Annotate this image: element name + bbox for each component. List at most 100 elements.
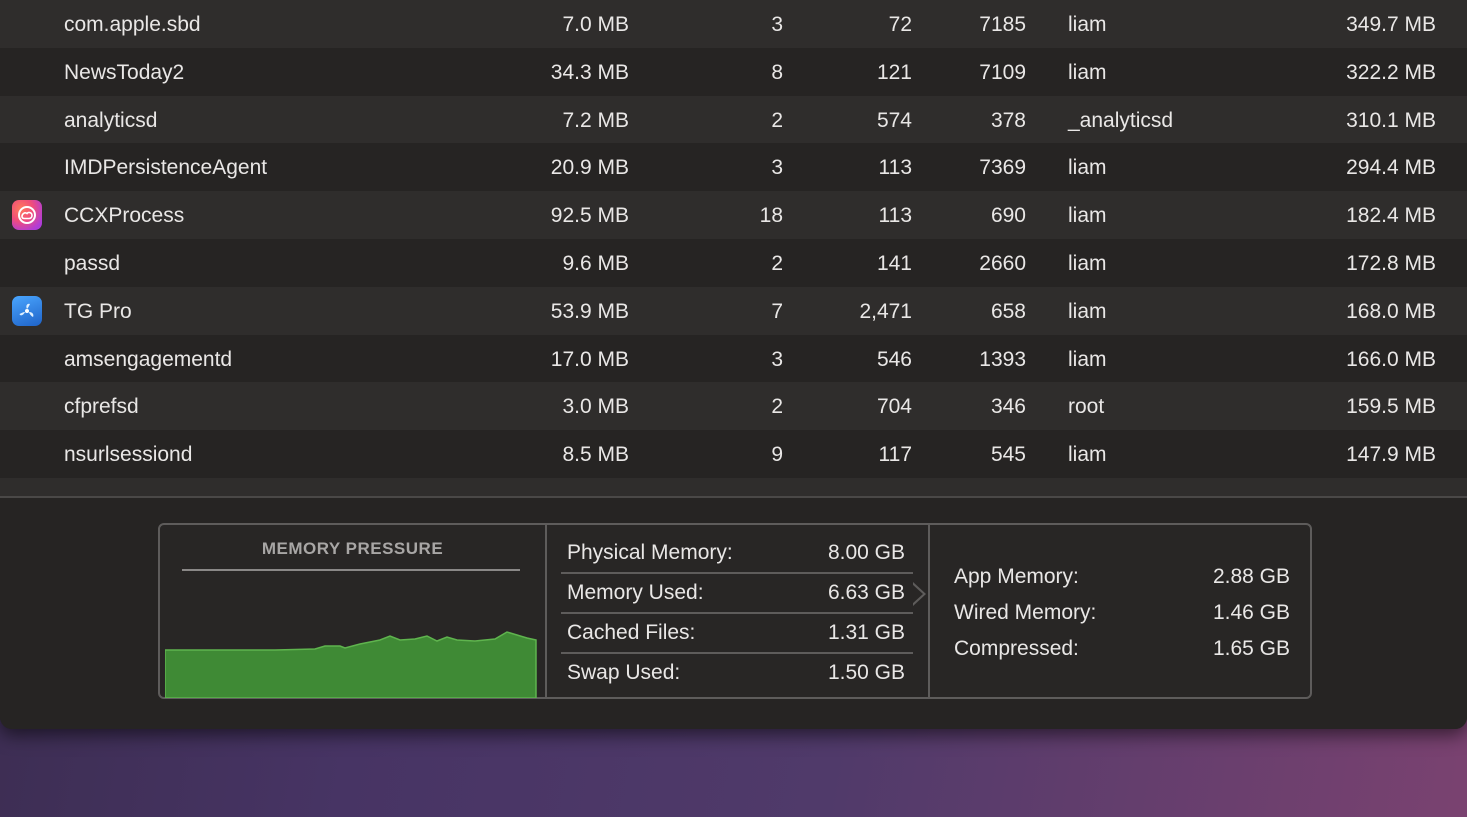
process-pid: 690 — [990, 204, 1026, 228]
process-user: liam — [1068, 13, 1107, 36]
process-pid: 545 — [990, 443, 1026, 467]
memory-pressure-area — [165, 631, 537, 698]
wired-memory-label: Wired Memory: — [954, 601, 1097, 624]
process-ports: 117 — [878, 443, 912, 467]
process-pid: 7185 — [979, 13, 1026, 36]
process-size: 349.7 MB — [1346, 13, 1436, 36]
process-ports: 2,471 — [859, 299, 912, 323]
memory-summary-panel: MEMORY PRESSURE Physical Memory: 8.00 GB… — [158, 523, 1312, 699]
process-size: 147.9 MB — [1346, 443, 1436, 467]
process-threads: 8 — [771, 60, 783, 84]
process-pid: 2660 — [979, 251, 1026, 275]
table-row[interactable]: TG Pro 53.9 MB 7 2,471 658 liam 168.0 MB — [0, 286, 1467, 335]
memory-pressure-section: MEMORY PRESSURE — [160, 525, 547, 698]
table-row[interactable]: nsurlsessiond 8.5 MB 9 117 545 liam 147.… — [0, 430, 1467, 478]
process-size: 182.4 MB — [1346, 204, 1436, 228]
tg-pro-icon — [12, 295, 42, 326]
physical-memory-value: 8.00 GB — [827, 541, 905, 564]
cached-files-label: Cached Files: — [567, 621, 696, 644]
process-user: root — [1068, 395, 1105, 419]
process-pid: 346 — [990, 395, 1026, 419]
process-table: com.apple.sbd 7.0 MB 3 7 2 7185 liam 349.… — [0, 0, 1467, 497]
memory-used-value: 6.63 GB — [827, 581, 905, 604]
process-size: 159.5 MB — [1346, 395, 1436, 419]
process-memory: 8.5 MB — [562, 443, 629, 467]
process-name: amsengagementd — [64, 347, 233, 371]
process-size: 294.4 MB — [1346, 156, 1436, 180]
process-size: 166.0 MB — [1346, 347, 1436, 371]
process-size: 322.2 MB — [1346, 60, 1436, 84]
process-pid: 7369 — [979, 156, 1026, 180]
process-threads: 7 — [771, 299, 783, 323]
process-memory: 34.3 MB — [550, 60, 629, 84]
table-row[interactable]: passd 9.6 MB 2 141 2660 liam 172.8 MB — [0, 238, 1467, 287]
app-memory-value: 2.88 GB — [1212, 565, 1290, 588]
table-row[interactable]: cfprefsd 3.0 MB 2 704 346 root 159.5 MB — [0, 382, 1467, 431]
process-ports: 113 — [878, 156, 912, 180]
process-size: 172.8 MB — [1346, 251, 1436, 275]
swap-used-label: Swap Used: — [567, 661, 681, 684]
process-threads: 2 — [771, 395, 783, 419]
process-name: passd — [64, 251, 121, 275]
process-pid: 1393 — [979, 347, 1026, 371]
swap-used-row: Swap Used: 1.50 GB — [561, 653, 913, 693]
physical-memory-label: Physical Memory: — [567, 541, 733, 564]
creative-cloud-icon — [12, 200, 42, 231]
compressed-row: Compressed: 1.65 GB — [954, 631, 1290, 667]
process-memory: 7.0 MB — [562, 13, 629, 36]
process-name: cfprefsd — [64, 395, 139, 419]
process-ports: 121 — [876, 60, 912, 84]
memory-used-row: Memory Used: 6.63 GB — [561, 573, 913, 613]
app-memory-label: App Memory: — [954, 565, 1079, 588]
process-threads: 9 — [771, 443, 783, 467]
process-name: IMDPersistenceAgent — [64, 156, 268, 180]
process-memory: 53.9 MB — [550, 299, 629, 323]
table-row[interactable]: com.apple.sbd 7.0 MB 3 72 7185 liam 349.… — [0, 0, 1467, 48]
memory-used-label: Memory Used: — [567, 581, 704, 604]
process-threads: 2 — [771, 251, 783, 275]
process-threads: 3 — [771, 156, 783, 180]
table-row[interactable]: amsengagementd 17.0 MB 3 546 1393 liam 1… — [0, 334, 1467, 383]
cached-files-value: 1.31 GB — [827, 621, 905, 644]
process-memory: 92.5 MB — [550, 204, 629, 228]
table-row[interactable]: CCXProcess 92.5 MB 18 113 690 liam 182.4… — [0, 191, 1467, 239]
process-name: nsurlsessiond — [64, 443, 193, 467]
process-user: liam — [1068, 443, 1107, 467]
wired-memory-row: Wired Memory: 1.46 GB — [954, 595, 1290, 631]
memory-stats-breakdown: App Memory: 2.88 GB Wired Memory: 1.46 G… — [930, 525, 1312, 697]
table-row-clipped[interactable] — [0, 477, 1467, 497]
process-memory: 3.0 MB — [562, 395, 629, 419]
process-pid: 658 — [990, 299, 1026, 323]
table-row[interactable]: IMDPersistenceAgent 20.9 MB 3 113 7369 l… — [0, 143, 1467, 192]
breakdown-pointer-inner — [912, 584, 923, 604]
process-threads: 18 — [759, 204, 783, 228]
process-user: liam — [1068, 204, 1107, 228]
process-ports: 113 — [878, 204, 912, 228]
table-row[interactable]: analyticsd 7.2 MB 2 574 378 _analyticsd … — [0, 95, 1467, 144]
process-name: NewsToday2 — [64, 60, 185, 84]
process-name: com.apple.sbd — [64, 13, 201, 36]
cached-files-row: Cached Files: 1.31 GB — [561, 613, 913, 653]
process-name: CCXProcess — [64, 204, 185, 228]
swap-used-value: 1.50 GB — [827, 661, 905, 684]
process-user: liam — [1068, 156, 1107, 180]
compressed-label: Compressed: — [954, 637, 1079, 660]
memory-footer: MEMORY PRESSURE Physical Memory: 8.00 GB… — [0, 498, 1467, 729]
process-size: 168.0 MB — [1346, 299, 1436, 323]
process-threads: 3 — [771, 13, 783, 36]
memory-pressure-rule — [182, 569, 520, 571]
process-ports: 546 — [876, 347, 912, 371]
process-threads: 2 — [771, 108, 783, 132]
process-user: liam — [1068, 251, 1107, 275]
table-row[interactable]: NewsToday2 34.3 MB 8 121 7109 liam 322.2… — [0, 47, 1467, 96]
process-pid: 378 — [990, 108, 1026, 132]
process-threads: 3 — [771, 347, 783, 371]
process-user: liam — [1068, 347, 1107, 371]
physical-memory-row: Physical Memory: 8.00 GB — [561, 533, 913, 573]
process-pid: 7109 — [979, 60, 1026, 84]
process-ports: 704 — [876, 395, 912, 419]
memory-pressure-graph — [165, 631, 537, 698]
app-memory-row: App Memory: 2.88 GB — [954, 559, 1290, 595]
process-name: TG Pro — [64, 299, 132, 323]
process-memory: 7.2 MB — [562, 108, 629, 132]
